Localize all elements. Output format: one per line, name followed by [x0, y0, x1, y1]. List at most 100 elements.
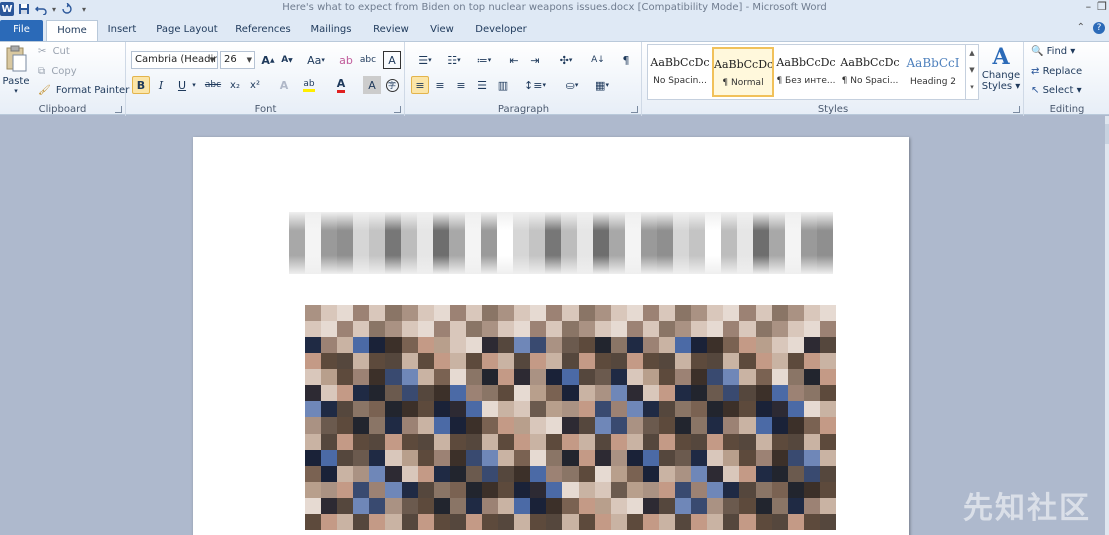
pixel-block — [482, 433, 499, 450]
sort-button[interactable]: A↓ — [589, 51, 607, 69]
chevron-down-icon[interactable]: ▼ — [210, 52, 215, 68]
more-styles-icon[interactable]: ▾ — [966, 79, 978, 96]
pixel-block — [691, 513, 708, 530]
numbering-button[interactable]: ☷ ▾ — [440, 51, 468, 69]
document-page[interactable] — [193, 137, 909, 535]
character-shading-button[interactable]: A — [363, 76, 381, 94]
style-no-spacing[interactable]: AaBbCcDc No Spacin... — [649, 47, 711, 97]
pixel-block — [577, 212, 593, 274]
tab-home[interactable]: Home — [46, 20, 98, 41]
vertical-scrollbar[interactable] — [1105, 116, 1109, 535]
change-case-button[interactable]: Aa ▾ — [303, 51, 329, 69]
pixel-block — [498, 465, 515, 482]
increase-indent-button[interactable]: ⇥ — [526, 51, 544, 69]
minimize-button[interactable]: – — [1086, 0, 1092, 13]
format-painter-button[interactable]: 🖌 Format Painter — [38, 85, 129, 96]
align-center-button[interactable]: ≡ — [431, 76, 449, 94]
minimize-ribbon-icon[interactable]: ⌃ — [1077, 22, 1085, 34]
shading-button[interactable]: ⛀ ▾ — [559, 76, 585, 94]
character-border-button[interactable]: A — [383, 51, 401, 69]
pixel-block — [498, 385, 515, 402]
tab-references[interactable]: References — [232, 20, 294, 41]
tab-view[interactable]: View — [424, 20, 460, 41]
multilevel-list-button[interactable]: ≔ ▾ — [470, 51, 498, 69]
style-normal[interactable]: AaBbCcDc ¶ Normal — [712, 47, 774, 97]
style-heading-2[interactable]: AaBbCcI Heading 2 — [902, 47, 964, 97]
pixel-block — [530, 321, 547, 338]
paste-button[interactable]: Paste ▾ — [2, 45, 30, 97]
pixel-block — [321, 449, 338, 466]
highlight-button[interactable]: ab — [300, 76, 318, 94]
copy-button[interactable]: ⧉ Copy — [38, 66, 77, 77]
tab-developer[interactable]: Developer — [470, 20, 532, 41]
line-spacing-button[interactable]: ↕≡ ▾ — [522, 76, 548, 94]
align-right-button[interactable]: ≡ — [452, 76, 470, 94]
pixel-block — [546, 353, 563, 370]
bold-button[interactable]: B — [132, 76, 150, 94]
pixel-block — [498, 449, 515, 466]
style-no-spacing-2[interactable]: AaBbCcDc ¶ No Spaci... — [839, 47, 901, 97]
pixel-block — [610, 449, 627, 466]
font-color-button[interactable]: A — [332, 76, 350, 94]
paste-dropdown-icon[interactable]: ▾ — [2, 87, 30, 95]
help-icon[interactable]: ? — [1093, 22, 1105, 34]
distributed-button[interactable]: ▥ — [494, 76, 512, 94]
font-dialog-launcher-icon[interactable] — [394, 106, 401, 113]
paragraph-dialog-launcher-icon[interactable] — [631, 106, 638, 113]
text-effects-button[interactable]: A — [275, 76, 293, 94]
justify-button[interactable]: ☰ — [473, 76, 491, 94]
change-styles-button[interactable]: A Change Styles ▾ — [981, 44, 1021, 102]
font-name-combo[interactable]: Cambria (Headir ▼ — [131, 51, 218, 69]
borders-button[interactable]: ▦ ▾ — [589, 76, 615, 94]
select-button[interactable]: ↖ Select ▾ — [1031, 85, 1082, 96]
phonetic-guide-button[interactable]: abc — [359, 51, 377, 69]
scroll-down-icon[interactable]: ▼ — [966, 62, 978, 79]
pixel-block — [353, 305, 370, 322]
scroll-up-icon[interactable]: ▲ — [966, 45, 978, 62]
pixel-block — [465, 513, 482, 530]
decrease-indent-button[interactable]: ⇤ — [505, 51, 523, 69]
enclose-characters-button[interactable]: 字 — [383, 76, 401, 94]
find-button[interactable]: 🔍 Find ▾ — [1031, 46, 1075, 57]
clear-formatting-button[interactable]: ab — [337, 51, 355, 69]
show-hide-button[interactable]: ¶ — [617, 51, 635, 69]
restore-button[interactable]: ❐ — [1097, 0, 1107, 13]
tab-mailings[interactable]: Mailings — [305, 20, 357, 41]
pixel-block — [803, 385, 820, 402]
style-bez-interval[interactable]: AaBbCcDc ¶ Без инте... — [775, 47, 837, 97]
subscript-button[interactable]: x₂ — [226, 76, 244, 94]
font-size-combo[interactable]: 26 ▼ — [220, 51, 255, 69]
cut-button[interactable]: ✂ Cut — [38, 46, 70, 57]
bullets-button[interactable]: ☰ ▾ — [412, 51, 438, 69]
tab-page-layout[interactable]: Page Layout — [152, 20, 222, 41]
pixel-block — [691, 417, 708, 434]
pixel-block — [705, 212, 721, 274]
chevron-down-icon[interactable]: ▼ — [247, 52, 252, 68]
tab-review[interactable]: Review — [368, 20, 414, 41]
pixel-block — [819, 369, 836, 386]
styles-dialog-launcher-icon[interactable] — [1013, 106, 1020, 113]
pixel-block — [369, 305, 386, 322]
styles-scroll[interactable]: ▲ ▼ ▾ — [965, 45, 978, 99]
clipboard-dialog-launcher-icon[interactable] — [115, 106, 122, 113]
superscript-button[interactable]: x² — [246, 76, 264, 94]
strikethrough-button[interactable]: abc — [203, 76, 223, 94]
pixel-block — [465, 417, 482, 434]
pixel-block — [675, 497, 692, 514]
tab-file[interactable]: File — [0, 20, 43, 41]
underline-dropdown-icon[interactable]: ▾ — [189, 76, 199, 94]
view-ruler-icon[interactable] — [1105, 124, 1109, 144]
grow-font-button[interactable]: A ▲ — [259, 51, 277, 69]
asian-layout-button[interactable]: ✣ ▾ — [553, 51, 579, 69]
italic-button[interactable]: I — [152, 76, 170, 94]
pixel-block — [449, 385, 466, 402]
align-left-button[interactable]: ≡ — [411, 76, 429, 94]
pixel-block — [642, 465, 659, 482]
pixel-block — [707, 401, 724, 418]
pixel-block — [610, 433, 627, 450]
pixel-block — [755, 513, 772, 530]
pixel-block — [433, 481, 450, 498]
shrink-font-button[interactable]: A ▼ — [278, 51, 296, 69]
replace-button[interactable]: ⇄ Replace — [1031, 66, 1082, 77]
tab-insert[interactable]: Insert — [103, 20, 141, 41]
